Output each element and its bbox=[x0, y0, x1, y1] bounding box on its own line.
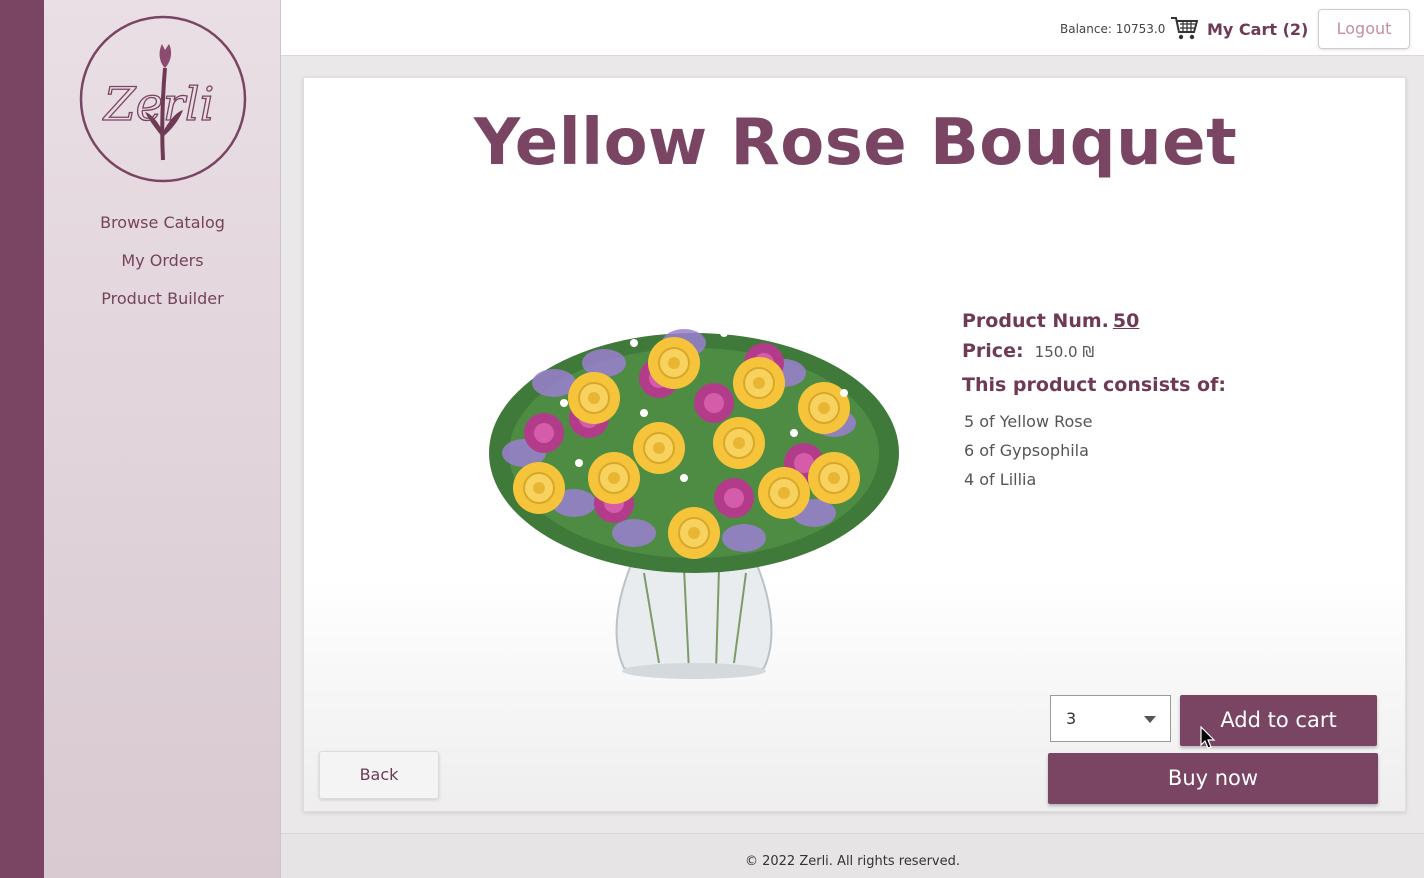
list-item: 6 of Gypsophila bbox=[964, 441, 1089, 460]
logout-button[interactable]: Logout bbox=[1318, 9, 1410, 49]
svg-text:Zerli: Zerli bbox=[102, 77, 215, 131]
tulip-logo-icon: Zerli bbox=[79, 15, 247, 183]
product-number: Product Num. 50 bbox=[962, 310, 1382, 340]
bouquet-image bbox=[489, 329, 899, 679]
product-card: Yellow Rose Bouquet Product Num. 50 Price… bbox=[303, 77, 1406, 812]
mouse-pointer-icon bbox=[1200, 726, 1216, 749]
quantity-value: 3 bbox=[1066, 709, 1077, 728]
balance-text: Balance: 10753.0 bbox=[1060, 22, 1166, 36]
chevron-down-icon bbox=[1144, 716, 1156, 723]
list-item: 5 of Yellow Rose bbox=[964, 412, 1093, 431]
shopping-cart-icon[interactable] bbox=[1170, 15, 1198, 41]
component-list: 5 of Yellow Rose 6 of Gypsophila 4 of Li… bbox=[962, 410, 1382, 497]
nav-my-orders[interactable]: My Orders bbox=[44, 248, 281, 286]
sidebar: Zerli Browse Catalog My Orders Product B… bbox=[44, 0, 281, 878]
product-title: Yellow Rose Bouquet bbox=[473, 106, 1238, 180]
price-row: Price: 150.0 ₪ bbox=[962, 340, 1382, 370]
price-value: 150.0 ₪ bbox=[1034, 343, 1095, 361]
nav-browse-catalog[interactable]: Browse Catalog bbox=[44, 210, 281, 248]
top-bar: Balance: 10753.0 My Cart (2) Logout bbox=[281, 0, 1424, 56]
price-label: Price: bbox=[962, 340, 1024, 362]
footer: © 2022 Zerli. All rights reserved. bbox=[281, 833, 1424, 878]
product-number-label: Product Num. bbox=[962, 310, 1109, 332]
copyright-text: © 2022 Zerli. All rights reserved. bbox=[744, 854, 961, 869]
product-number-value[interactable]: 50 bbox=[1113, 310, 1139, 332]
back-button[interactable]: Back bbox=[319, 751, 439, 799]
nav-product-builder[interactable]: Product Builder bbox=[44, 286, 281, 324]
list-item: 4 of Lillia bbox=[964, 470, 1037, 489]
quantity-select[interactable]: 3 bbox=[1050, 695, 1171, 742]
sidebar-nav: Browse Catalog My Orders Product Builder bbox=[44, 210, 281, 324]
buy-now-button[interactable]: Buy now bbox=[1048, 753, 1378, 804]
consists-heading: This product consists of: bbox=[962, 374, 1226, 396]
my-cart-link[interactable]: My Cart (2) bbox=[1207, 20, 1308, 39]
product-info: Product Num. 50 Price: 150.0 ₪ This produ… bbox=[962, 310, 1382, 497]
sidebar-accent-stripe bbox=[0, 0, 44, 878]
